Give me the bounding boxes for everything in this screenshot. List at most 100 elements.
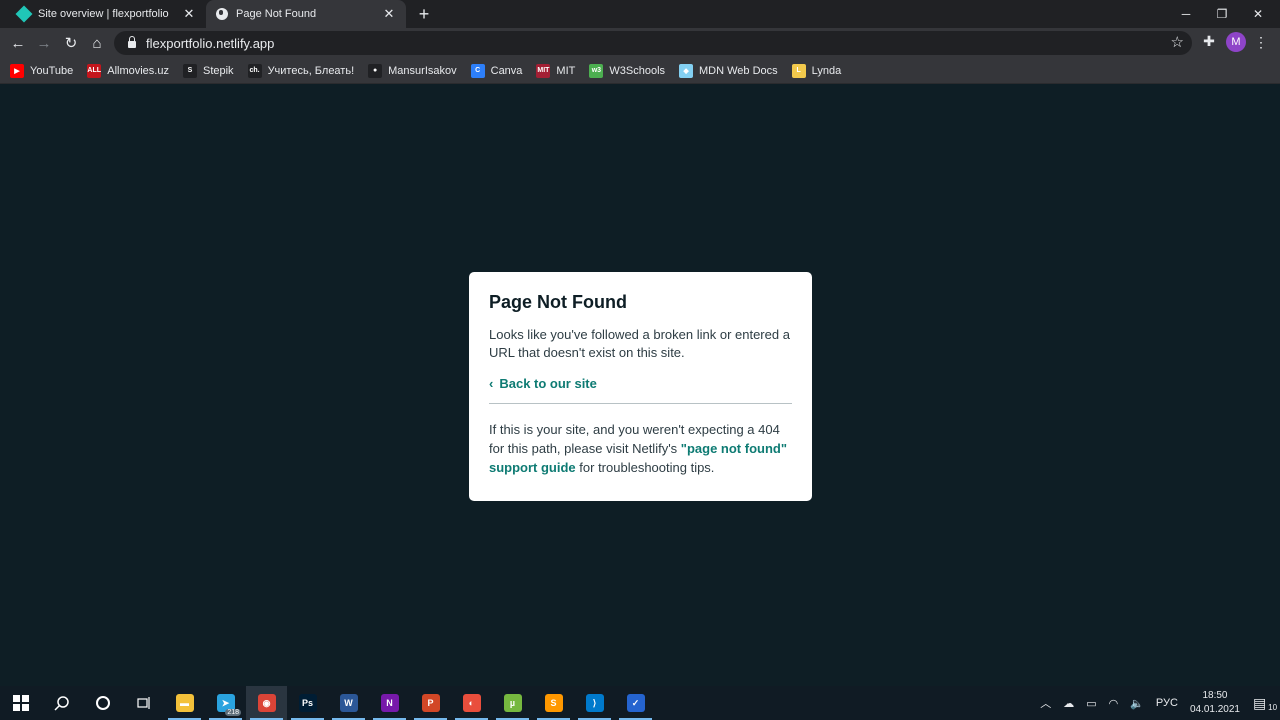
restore-button[interactable]: ❐: [1204, 0, 1240, 28]
todo-icon: ✓: [626, 694, 645, 712]
new-tab-button[interactable]: +: [414, 4, 434, 24]
bookmark-label: Allmovies.uz: [107, 64, 169, 77]
task-view-icon: [136, 697, 150, 709]
bookmark-label: MDN Web Docs: [699, 64, 778, 77]
bookmark-youtube[interactable]: ▶ YouTube: [10, 63, 74, 78]
stepik-icon: S: [182, 63, 197, 78]
tab-title: Site overview | flexportfolio: [38, 8, 169, 20]
chevron-left-icon: ‹: [489, 376, 494, 391]
bookmark-star-icon[interactable]: ☆: [1171, 33, 1184, 51]
cortana-icon: [95, 696, 110, 710]
telegram-taskbar-button[interactable]: ➤ 218: [205, 686, 246, 720]
system-tray: ︿ ☁ ▭ ◠ 🔈 РУС 18:50 04.01.2021 ▤ 10: [1034, 686, 1280, 720]
back-button[interactable]: ←: [7, 32, 29, 54]
bookmark-label: W3Schools: [609, 64, 666, 77]
url-text: flexportfolio.netlify.app: [146, 35, 275, 51]
bookmark-allmovies-uz[interactable]: ALL Allmovies.uz: [87, 63, 169, 78]
avatar[interactable]: M: [1226, 32, 1246, 52]
powerpoint-taskbar-button[interactable]: P: [410, 686, 451, 720]
word-taskbar-button[interactable]: W: [328, 686, 369, 720]
close-window-button[interactable]: ✕: [1240, 0, 1276, 28]
vscode-taskbar-button[interactable]: ⟩: [574, 686, 615, 720]
netlify-icon: [15, 5, 33, 23]
bookmark-учитесь-блеать-[interactable]: ch. Учитесь, Блеать!: [247, 63, 355, 78]
pride-app-icon: ◐: [462, 694, 481, 712]
battery-icon[interactable]: ▭: [1086, 697, 1096, 710]
word-icon: W: [339, 694, 358, 712]
bookmark-label: Canva: [490, 64, 523, 77]
chevron-up-icon[interactable]: ︿: [1040, 695, 1051, 711]
bookmark-mit[interactable]: MIT MIT: [536, 63, 576, 78]
bookmark-label: Stepik: [202, 64, 234, 77]
support-note: If this is your site, and you weren't ex…: [489, 420, 792, 477]
lynda-icon: L: [791, 63, 806, 78]
pride-app-taskbar-button[interactable]: ◐: [451, 686, 492, 720]
tab-strip: Site overview | flexportfolio ✕ Page Not…: [0, 0, 1280, 28]
clock-time: 18:50: [1202, 690, 1228, 701]
clock[interactable]: 18:50 04.01.2021: [1190, 689, 1240, 717]
minimize-button[interactable]: ─: [1168, 0, 1204, 28]
language-indicator[interactable]: РУС: [1156, 697, 1178, 709]
onenote-icon: N: [380, 694, 399, 712]
page-content: Page Not Found Looks like you've followe…: [0, 85, 1280, 686]
clock-date: 04.01.2021: [1189, 704, 1240, 715]
home-button[interactable]: ⌂: [86, 32, 108, 54]
tab-page-not-found[interactable]: Page Not Found ✕: [206, 0, 406, 28]
bookmark-stepik[interactable]: S Stepik: [182, 63, 234, 78]
cortana-button[interactable]: [82, 686, 123, 720]
ch-icon: ch.: [247, 63, 262, 78]
address-bar[interactable]: flexportfolio.netlify.app ☆: [114, 31, 1192, 55]
notifications-button[interactable]: ▤ 10: [1250, 686, 1280, 720]
mdn-icon: ◆: [679, 63, 694, 78]
cloud-icon[interactable]: ☁: [1063, 697, 1074, 710]
chrome-taskbar-button[interactable]: ◉: [246, 686, 287, 720]
globe-icon: [216, 8, 228, 20]
bookmark-lynda[interactable]: L Lynda: [791, 63, 841, 78]
reload-button[interactable]: ↻: [60, 32, 82, 54]
file-explorer-icon: ▬: [175, 694, 194, 712]
menu-icon[interactable]: ⋮: [1254, 32, 1268, 54]
start-button[interactable]: [0, 686, 41, 720]
windows-icon: [12, 695, 29, 711]
notification-count: 10: [1268, 702, 1278, 712]
not-found-card: Page Not Found Looks like you've followe…: [469, 272, 812, 501]
search-button[interactable]: [41, 686, 82, 720]
back-link-label: Back to our site: [499, 376, 597, 391]
close-icon[interactable]: ✕: [382, 6, 396, 22]
wifi-icon[interactable]: ◠: [1109, 697, 1119, 710]
utorrent-icon: µ: [503, 694, 522, 712]
description-text: Looks like you've followed a broken link…: [489, 327, 790, 360]
tab-site-overview[interactable]: Site overview | flexportfolio ✕: [8, 0, 206, 28]
note-text-end: for troubleshooting tips.: [575, 460, 715, 475]
page-title: Page Not Found: [489, 292, 627, 312]
sublime-icon: S: [544, 694, 563, 712]
volume-icon[interactable]: 🔈: [1130, 697, 1144, 710]
utorrent-taskbar-button[interactable]: µ: [492, 686, 533, 720]
vscode-icon: ⟩: [585, 694, 604, 712]
chrome-icon: ◉: [257, 694, 276, 712]
bookmarks-bar: ▶ YouTube ALL Allmovies.uz S Stepik ch. Учитесь…: [0, 58, 1280, 84]
back-to-site-link[interactable]: ‹ Back to our site: [489, 376, 792, 391]
browser-toolbar: ← → ↻ ⌂ flexportfolio.netlify.app ☆ ✚ M …: [0, 28, 1280, 58]
bookmark-mansurisakov[interactable]: ● MansurIsakov: [368, 63, 457, 78]
powerpoint-icon: P: [421, 694, 440, 712]
todo-taskbar-button[interactable]: ✓: [615, 686, 656, 720]
bookmark-label: Учитесь, Блеать!: [267, 64, 355, 77]
photoshop-taskbar-button[interactable]: Ps: [287, 686, 328, 720]
bookmark-canva[interactable]: C Canva: [470, 63, 523, 78]
file-explorer-taskbar-button[interactable]: ▬: [164, 686, 205, 720]
extensions-icon[interactable]: ✚: [1200, 33, 1218, 51]
forward-button[interactable]: →: [33, 32, 55, 54]
tab-title: Page Not Found: [236, 8, 317, 20]
bookmark-label: YouTube: [30, 64, 74, 77]
taskbar: ▬ ➤ 218 ◉ Ps W N P ◐ µ S ⟩ ✓ ︿ ☁ ▭ ◠ 🔈 РУС 18:50 04.…: [0, 686, 1280, 720]
bookmark-label: MIT: [556, 64, 576, 77]
bookmark-mdn-web-docs[interactable]: ◆ MDN Web Docs: [679, 63, 778, 78]
close-icon[interactable]: ✕: [182, 6, 196, 22]
task-view-button[interactable]: [123, 686, 164, 720]
photoshop-icon: Ps: [298, 694, 317, 712]
onenote-taskbar-button[interactable]: N: [369, 686, 410, 720]
bookmark-w3schools[interactable]: w3 W3Schools: [589, 63, 666, 78]
lock-icon: [128, 36, 136, 48]
sublime-taskbar-button[interactable]: S: [533, 686, 574, 720]
